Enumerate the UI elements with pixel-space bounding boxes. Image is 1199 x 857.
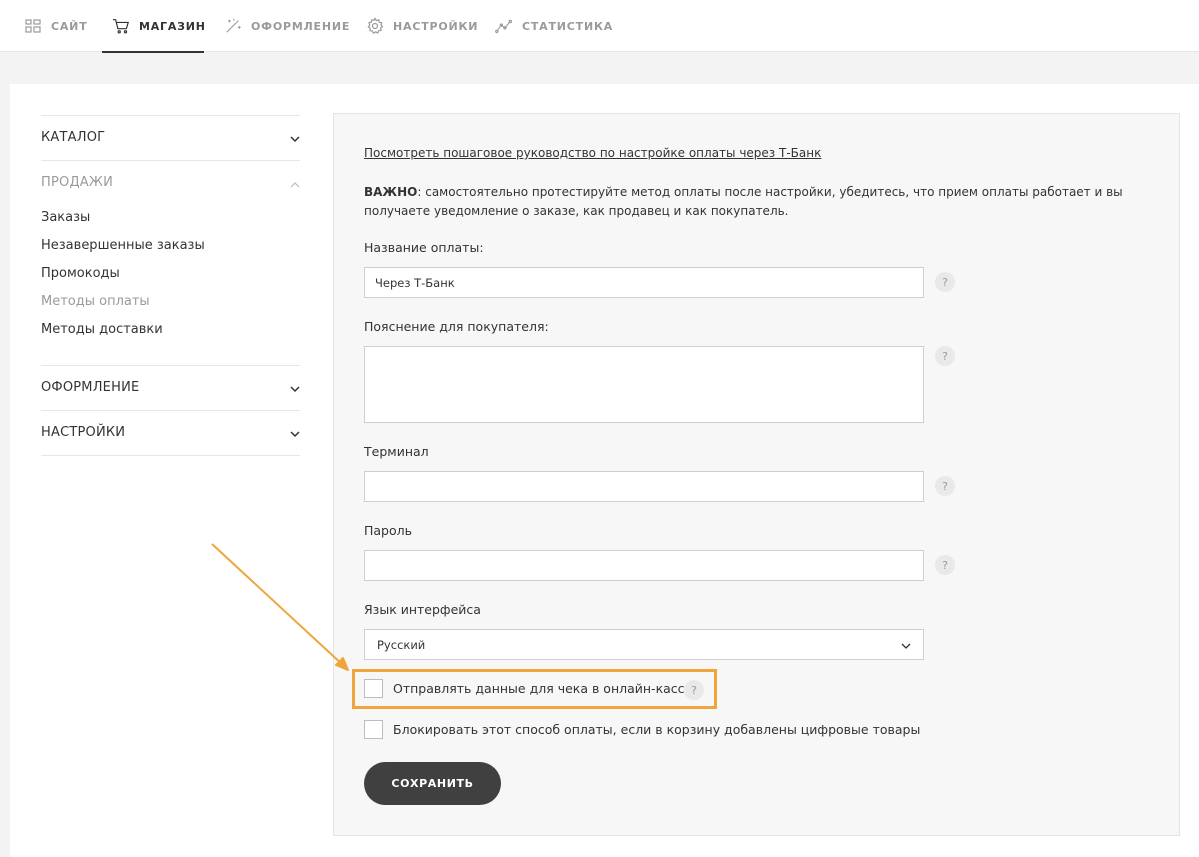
sidebar-section-settings[interactable]: НАСТРОЙКИ <box>41 422 300 442</box>
tab-label: СТАТИСТИКА <box>522 19 614 33</box>
sidebar-divider <box>41 115 300 116</box>
tab-label: САЙТ <box>51 19 88 33</box>
chevron-down-icon <box>290 378 300 397</box>
chevron-down-icon <box>901 635 911 654</box>
help-icon[interactable]: ? <box>935 272 955 292</box>
tab-design[interactable]: ОФОРМЛЕНИЕ <box>224 0 350 52</box>
sidebar-divider <box>41 410 300 411</box>
sidebar-section-design[interactable]: ОФОРМЛЕНИЕ <box>41 377 300 397</box>
tab-statistics[interactable]: СТАТИСТИКА <box>495 0 613 52</box>
terminal-input[interactable] <box>364 471 924 502</box>
chevron-up-icon <box>290 173 300 192</box>
sidebar-divider <box>41 455 300 456</box>
chevron-down-icon <box>290 423 300 442</box>
tab-label: МАГАЗИН <box>139 19 206 33</box>
help-icon[interactable]: ? <box>935 476 955 496</box>
sidebar-section-label: ОФОРМЛЕНИЕ <box>41 379 140 395</box>
save-button[interactable]: СОХРАНИТЬ <box>364 762 501 805</box>
language-label: Язык интерфейса <box>364 602 481 617</box>
line-chart-icon <box>495 17 513 35</box>
language-select[interactable]: Русский <box>364 629 924 660</box>
block-digital-checkbox-row: Блокировать этот способ оплаты, если в к… <box>364 720 920 739</box>
sidebar-section-label: КАТАЛОГ <box>41 129 106 145</box>
block-digital-checkbox-label[interactable]: Блокировать этот способ оплаты, если в к… <box>393 722 920 737</box>
block-digital-checkbox[interactable] <box>364 720 383 739</box>
terminal-label: Терминал <box>364 444 429 459</box>
password-label: Пароль <box>364 523 412 538</box>
sidebar-item-delivery-methods[interactable]: Методы доставки <box>41 322 163 337</box>
important-label: ВАЖНО <box>364 185 418 199</box>
guide-link[interactable]: Посмотреть пошаговое руководство по наст… <box>364 146 821 160</box>
sidebar-section-label: НАСТРОЙКИ <box>41 424 126 440</box>
tab-site[interactable]: САЙТ <box>24 0 88 52</box>
tab-settings[interactable]: НАСТРОЙКИ <box>366 0 478 52</box>
tab-label: ОФОРМЛЕНИЕ <box>251 19 351 33</box>
grid-icon <box>24 17 42 35</box>
magic-wand-icon <box>224 17 242 35</box>
payment-name-input[interactable] <box>364 267 924 298</box>
important-text: : самостоятельно протестируйте метод опл… <box>364 185 1123 218</box>
tab-shop[interactable]: МАГАЗИН <box>102 0 206 53</box>
sidebar-item-orders[interactable]: Заказы <box>41 210 90 225</box>
top-navigation: САЙТ МАГАЗИН ОФОРМЛЕНИЕ НАСТРОЙКИ СТАТИС… <box>0 0 1199 53</box>
sidebar-section-label: ПРОДАЖИ <box>41 174 114 190</box>
sidebar-item-promocodes[interactable]: Промокоды <box>41 266 120 281</box>
sidebar-divider <box>41 365 300 366</box>
sidebar-section-catalog[interactable]: КАТАЛОГ <box>41 127 300 147</box>
language-select-value: Русский <box>377 637 426 652</box>
help-icon[interactable]: ? <box>935 346 955 366</box>
gear-icon <box>366 17 384 35</box>
sidebar-divider <box>41 160 300 161</box>
password-input[interactable] <box>364 550 924 581</box>
highlight-frame <box>352 669 717 709</box>
help-icon[interactable]: ? <box>935 555 955 575</box>
chevron-down-icon <box>290 128 300 147</box>
payment-name-label: Название оплаты: <box>364 240 484 255</box>
buyer-note-textarea[interactable] <box>364 346 924 423</box>
tab-label: НАСТРОЙКИ <box>393 19 479 33</box>
important-note: ВАЖНО: самостоятельно протестируйте мето… <box>364 183 1124 221</box>
sidebar-section-sales[interactable]: ПРОДАЖИ <box>41 172 300 192</box>
sidebar-item-unfinished-orders[interactable]: Незавершенные заказы <box>41 238 205 253</box>
cart-icon <box>112 17 130 35</box>
buyer-note-label: Пояснение для покупателя: <box>364 319 549 334</box>
sidebar-item-payment-methods[interactable]: Методы оплаты <box>41 294 150 309</box>
